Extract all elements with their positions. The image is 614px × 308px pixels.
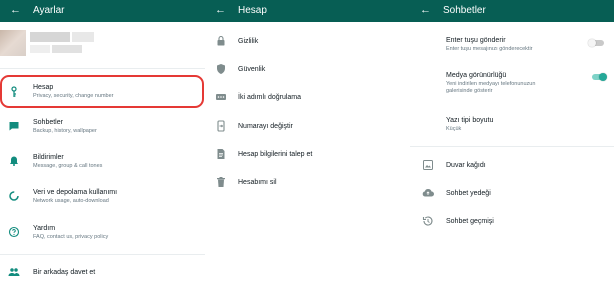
account-item-label: İki adımlı doğrulama <box>238 94 302 101</box>
settings-item-subtitle: Message, group & call tones <box>33 163 103 169</box>
document-icon <box>215 148 227 160</box>
settings-item-label: Bir arkadaş davet et <box>33 269 96 276</box>
wallpaper-icon <box>422 159 434 171</box>
setting-description: Yeni indirilen medyayı telefonunuzun <box>446 81 536 87</box>
cloud-upload-icon <box>422 187 434 199</box>
back-arrow-icon[interactable]: ← <box>215 3 226 17</box>
account-item-label: Hesap bilgilerini talep et <box>238 151 313 158</box>
dots-pin-icon <box>215 91 227 103</box>
blurred-avatar <box>0 30 26 56</box>
setting-label: Yazı tipi boyutu <box>446 117 494 124</box>
chats-item-label: Sohbet yedeği <box>446 190 491 197</box>
settings-item-label: Bildirimler <box>33 154 64 161</box>
chats-item-label: Duvar kağıdı <box>446 162 486 169</box>
screen-title: Ayarlar <box>33 5 65 16</box>
divider <box>0 68 205 69</box>
account-item-label: Güvenlik <box>238 66 266 73</box>
phone-change-icon <box>215 120 227 132</box>
setting-description: galerisinde gösterir <box>446 88 493 94</box>
screen-title: Sohbetler <box>443 5 486 16</box>
setting-description: Enter tuşu mesajınızı gönderecektir <box>446 46 533 52</box>
chats-item-label: Sohbet geçmişi <box>446 218 494 225</box>
account-item-label: Numarayı değiştir <box>238 123 293 130</box>
help-icon <box>8 226 20 238</box>
back-arrow-icon[interactable]: ← <box>10 3 21 17</box>
setting-label: Enter tuşu gönderir <box>446 37 506 44</box>
settings-item-label: Yardım <box>33 225 56 232</box>
settings-item-label: Veri ve depolama kullanımı <box>33 189 118 196</box>
blurred-profile-status <box>30 45 50 53</box>
settings-item-subtitle: Backup, history, wallpaper <box>33 128 97 134</box>
shield-icon <box>215 63 227 75</box>
screen-title: Hesap <box>238 5 267 16</box>
chat-icon <box>8 120 20 132</box>
divider <box>410 146 614 147</box>
divider <box>0 254 205 255</box>
lock-icon <box>215 35 227 47</box>
setting-value: Küçük <box>446 126 462 132</box>
highlight-outline <box>0 75 204 108</box>
app-bar: ← Ayarlar <box>0 0 205 22</box>
account-item-label: Gizlilik <box>238 38 259 45</box>
chats-screen: ← Sohbetler Enter tuşu gönderir Enter tu… <box>410 0 614 308</box>
trash-icon <box>215 176 227 188</box>
setting-label: Medya görünürlüğü <box>446 72 507 79</box>
settings-screen: ← Ayarlar Hesap Privacy, security, chang… <box>0 0 205 308</box>
data-usage-icon <box>8 190 20 202</box>
account-item-label: Hesabımı sil <box>238 179 277 186</box>
history-icon <box>422 215 434 227</box>
account-screen: ← Hesap Gizlilik Güvenlik İki adımlı doğ… <box>205 0 410 308</box>
app-bar: ← Hesap <box>205 0 410 22</box>
people-icon <box>8 266 20 278</box>
back-arrow-icon[interactable]: ← <box>420 3 431 17</box>
app-bar: ← Sohbetler <box>410 0 614 22</box>
bell-icon <box>8 155 20 167</box>
blurred-profile-name <box>30 32 70 42</box>
settings-item-subtitle: FAQ, contact us, privacy policy <box>33 234 109 240</box>
settings-item-label: Sohbetler <box>33 119 63 126</box>
settings-item-subtitle: Network usage, auto-download <box>33 198 109 204</box>
